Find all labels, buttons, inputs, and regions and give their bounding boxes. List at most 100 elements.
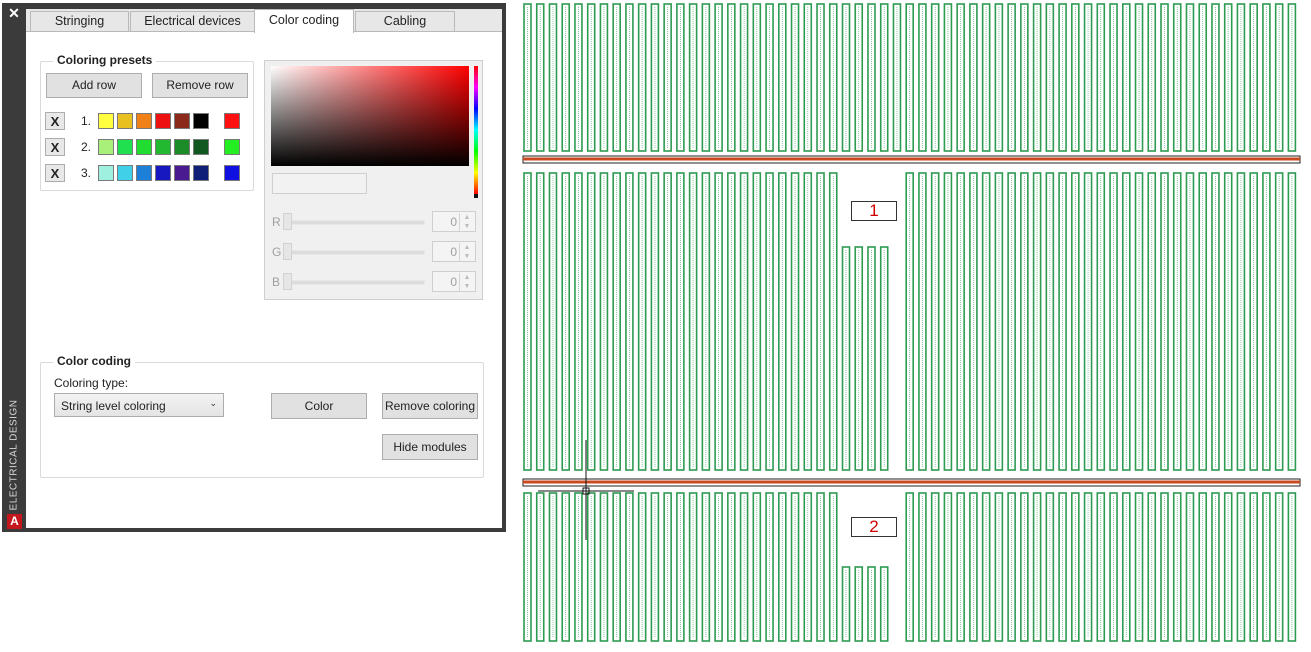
module-row (688, 172, 698, 471)
block-label-1[interactable]: 1 (851, 201, 897, 221)
red-value-input[interactable]: 0 ▲ ▼ (432, 211, 476, 232)
blue-value: 0 (450, 275, 457, 289)
blue-up-icon[interactable]: ▲ (459, 273, 474, 282)
coloring-type-select[interactable]: String level coloring ⌄ (54, 393, 224, 417)
module-row (523, 172, 532, 471)
preset-3-swatch-4[interactable] (155, 165, 171, 181)
chevron-down-icon: ⌄ (209, 398, 217, 408)
module-row (535, 172, 545, 471)
module-row (1134, 172, 1144, 471)
preset-2-swatch-5[interactable] (174, 139, 190, 155)
module-row (969, 172, 978, 471)
block-label-2[interactable]: 2 (851, 517, 897, 537)
coloring-presets-title: Coloring presets (53, 53, 157, 67)
green-label: G (272, 245, 282, 259)
coloring-type-label: Coloring type: (54, 376, 129, 390)
module-row (1096, 172, 1106, 471)
preset-2-swatch-6[interactable] (193, 139, 209, 155)
solar-layout-drawing[interactable] (520, 0, 1311, 649)
module-row (777, 172, 787, 471)
saturation-value-area[interactable] (271, 66, 469, 166)
preset-3-swatch-1[interactable] (98, 165, 114, 181)
green-value-input[interactable]: 0 ▲ ▼ (432, 241, 476, 262)
row-number-2: 2. (81, 140, 92, 154)
palette-title-text: ELECTRICAL DESIGN (8, 399, 20, 511)
module-row (1147, 172, 1157, 471)
module-row (1083, 172, 1093, 471)
module-row (803, 172, 813, 471)
red-up-icon[interactable]: ▲ (459, 213, 474, 222)
preset-3-swatch-5[interactable] (174, 165, 190, 181)
preset-2-swatch-4[interactable] (155, 139, 171, 155)
delete-row-1-button[interactable]: X (45, 112, 65, 130)
tab-bar: Stringing Electrical devices Color codin… (26, 9, 502, 33)
tab-cabling[interactable]: Cabling (355, 11, 455, 31)
tab-color-coding[interactable]: Color coding (254, 9, 354, 33)
add-row-button[interactable]: Add row (46, 73, 142, 98)
green-down-icon[interactable]: ▼ (459, 252, 474, 261)
green-slider-track[interactable] (289, 250, 425, 255)
module-row (1249, 172, 1258, 471)
color-coding-title: Color coding (53, 354, 135, 368)
module-row (701, 172, 711, 471)
preset-1-swatch-5[interactable] (174, 113, 190, 129)
preset-2-swatch-1[interactable] (98, 139, 114, 155)
tab-electrical-devices[interactable]: Electrical devices (130, 11, 255, 31)
blue-slider-thumb[interactable] (283, 273, 292, 290)
delete-row-3-button[interactable]: X (45, 164, 65, 182)
preset-1-swatch-4[interactable] (155, 113, 171, 129)
preset-3-swatch-3[interactable] (136, 165, 152, 181)
preset-2-selected-color[interactable] (224, 139, 240, 155)
module-row (956, 172, 965, 471)
green-value: 0 (450, 245, 457, 259)
module-row (637, 172, 647, 471)
module-row (1172, 172, 1182, 471)
module-row (930, 172, 940, 471)
color-picker: R 0 ▲ ▼ G 0 ▲ ▼ B 0 ▲ ▼ (264, 60, 483, 300)
hue-slider[interactable] (474, 66, 478, 198)
red-slider-thumb[interactable] (283, 213, 292, 230)
module-row (765, 172, 774, 471)
color-button[interactable]: Color (271, 393, 367, 419)
module-row (1109, 172, 1118, 471)
remove-coloring-button[interactable]: Remove coloring (382, 393, 478, 419)
module-row (918, 172, 927, 471)
module-row (1223, 172, 1233, 471)
module-row (981, 172, 991, 471)
module-row (1121, 172, 1131, 471)
hide-modules-button[interactable]: Hide modules (382, 434, 478, 460)
module-row (816, 172, 825, 471)
module-row (1211, 172, 1220, 471)
blue-down-icon[interactable]: ▼ (459, 282, 474, 291)
module-row (994, 172, 1004, 471)
module-row (1071, 172, 1080, 471)
preset-3-swatch-2[interactable] (117, 165, 133, 181)
palette-content: Stringing Electrical devices Color codin… (26, 9, 502, 528)
green-up-icon[interactable]: ▲ (459, 243, 474, 252)
module-row (752, 172, 762, 471)
preset-3-swatch-6[interactable] (193, 165, 209, 181)
green-slider-thumb[interactable] (283, 243, 292, 260)
red-down-icon[interactable]: ▼ (459, 222, 474, 231)
preset-2-swatch-3[interactable] (136, 139, 152, 155)
blue-slider-track[interactable] (289, 280, 425, 285)
preset-3-selected-color[interactable] (224, 165, 240, 181)
tab-stringing[interactable]: Stringing (30, 11, 129, 31)
preset-1-selected-color[interactable] (224, 113, 240, 129)
preset-2-swatch-2[interactable] (117, 139, 133, 155)
preset-1-swatch-3[interactable] (136, 113, 152, 129)
blue-value-input[interactable]: 0 ▲ ▼ (432, 271, 476, 292)
drawing-canvas[interactable]: 1 2 (520, 0, 1311, 649)
module-row (586, 172, 596, 471)
close-icon[interactable]: ✕ (6, 5, 22, 21)
delete-row-2-button[interactable]: X (45, 138, 65, 156)
app-logo-icon[interactable]: A (7, 514, 22, 529)
electrical-design-palette: ✕ ELECTRICAL DESIGN A Stringing Electric… (2, 3, 506, 532)
preset-1-swatch-6[interactable] (193, 113, 209, 129)
preset-1-swatch-2[interactable] (117, 113, 133, 129)
module-row (548, 172, 558, 471)
module-row (1032, 172, 1042, 471)
remove-row-button[interactable]: Remove row (152, 73, 248, 98)
red-slider-track[interactable] (289, 220, 425, 225)
preset-1-swatch-1[interactable] (98, 113, 114, 129)
